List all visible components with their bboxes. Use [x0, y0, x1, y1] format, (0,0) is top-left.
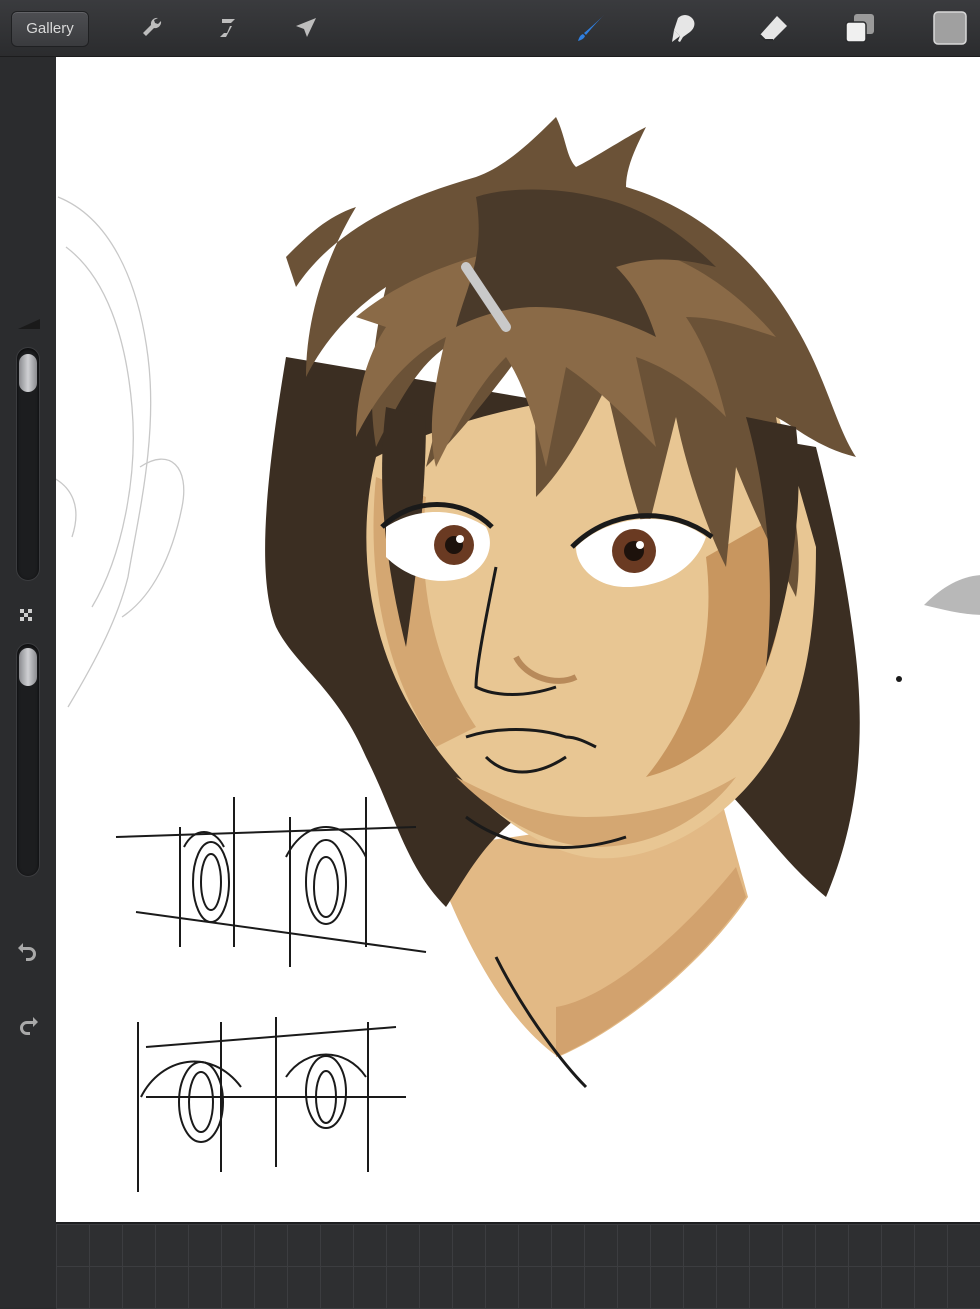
color-swatch-icon[interactable] — [932, 10, 968, 46]
canvas-background-grid — [56, 1222, 980, 1309]
brush-size-slider[interactable] — [16, 347, 40, 581]
brush-icon[interactable] — [574, 10, 610, 46]
drawing-canvas[interactable] — [56, 57, 980, 1222]
brush-size-slider-knob[interactable] — [19, 354, 37, 392]
opacity-slider[interactable] — [16, 643, 40, 877]
artwork — [56, 117, 980, 1192]
opacity-slider-knob[interactable] — [19, 648, 37, 686]
selection-arrow-icon[interactable] — [288, 10, 324, 46]
gallery-button[interactable]: Gallery — [11, 11, 89, 47]
left-sidebar — [0, 57, 56, 1307]
adjustments-icon[interactable] — [210, 10, 246, 46]
wrench-icon[interactable] — [134, 10, 170, 46]
smudge-icon[interactable] — [664, 10, 700, 46]
sidebar-footer — [0, 1222, 56, 1307]
undo-icon[interactable] — [14, 935, 42, 963]
top-toolbar: Gallery — [0, 0, 980, 57]
opacity-icon — [14, 603, 42, 631]
layers-icon[interactable] — [842, 10, 878, 46]
redo-icon[interactable] — [14, 1009, 42, 1037]
eraser-icon[interactable] — [755, 10, 791, 46]
brush-size-icon — [14, 311, 42, 339]
